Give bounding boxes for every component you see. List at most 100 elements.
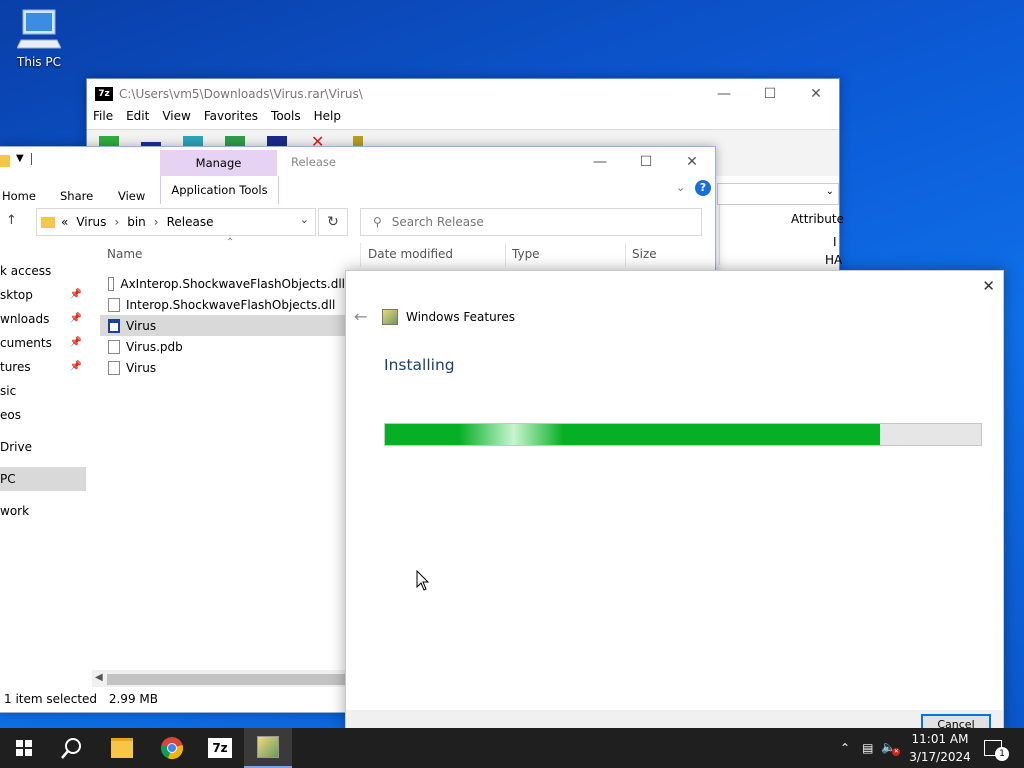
file-row-selected[interactable]: Virus [100, 315, 345, 336]
sidebar-item-pictures[interactable]: tures 📌 [0, 355, 86, 379]
taskbar-chrome[interactable] [148, 728, 196, 768]
computer-icon [16, 9, 62, 49]
folder-icon [111, 738, 133, 758]
menu-help[interactable]: Help [314, 109, 341, 129]
search-icon [61, 738, 81, 759]
dll-file-icon [108, 297, 120, 312]
column-attributes[interactable]: Attribute [791, 212, 844, 226]
windows-features-dialog[interactable]: ✕ ← Windows Features Installing Cancel [345, 270, 1004, 736]
sidebar-item-music[interactable]: sic [0, 379, 86, 403]
close-button[interactable]: ✕ [982, 277, 995, 295]
chevron-up-icon[interactable]: ⌃ [840, 741, 850, 755]
taskbar-file-explorer[interactable] [98, 728, 146, 768]
search-button[interactable] [48, 728, 96, 768]
network-icon[interactable]: ▤ [862, 741, 873, 755]
menu-file[interactable]: File [93, 109, 113, 129]
pin-icon: 📌 [69, 289, 82, 300]
file-name: AxInterop.ShockwaveFlashObjects.dll [120, 276, 345, 291]
sidebar-item-downloads[interactable]: wnloads 📌 [0, 307, 86, 331]
pin-icon: 📌 [69, 337, 82, 348]
sidebar-item-network[interactable]: work [0, 499, 86, 523]
ribbon-tabs: Home Share View [0, 185, 715, 207]
menu-tools[interactable]: Tools [271, 109, 301, 129]
sevenzip-address-dropdown[interactable]: ⌄ [717, 183, 839, 205]
column-name[interactable]: Name [107, 247, 142, 261]
horizontal-scrollbar[interactable]: ◀ [92, 670, 346, 687]
back-arrow-icon[interactable]: ← [354, 307, 367, 326]
file-row[interactable]: AxInterop.ShockwaveFlashObjects.dll [100, 273, 345, 294]
address-bar[interactable]: « Virus › bin › Release ⌄ [36, 208, 316, 236]
sevenzip-path: C:\Users\vm5\Downloads\Virus.rar\Virus\ [119, 87, 363, 101]
tab-view[interactable]: View [118, 189, 145, 203]
chevron-down-icon: ⌄ [825, 186, 834, 197]
clock-date: 3/17/2024 [909, 750, 971, 764]
search-input[interactable]: ⚲ Search Release [360, 208, 702, 236]
application-icon [108, 318, 120, 333]
maximize-button[interactable]: ☐ [623, 147, 669, 177]
search-icon: ⚲ [373, 215, 382, 229]
sidebar-item-quick-access[interactable]: k access [0, 259, 86, 283]
folder-icon [0, 155, 10, 167]
minimize-button[interactable]: — [701, 79, 747, 109]
menu-view[interactable]: View [162, 109, 190, 129]
tab-home[interactable]: Home [2, 189, 36, 203]
file-list-header: Name ⌃ Date modified Type Size [100, 237, 715, 267]
column-date-modified[interactable]: Date modified [368, 247, 453, 261]
close-button[interactable]: ✕ [669, 147, 715, 177]
volume-muted-icon[interactable]: 🔈✕ [881, 740, 901, 756]
navigation-bar: ↑ « Virus › bin › Release ⌄ ↻ ⚲ Search R… [0, 205, 715, 243]
breadcrumb-item-virus[interactable]: Virus [76, 215, 106, 229]
breadcrumb-item-bin[interactable]: bin [127, 215, 146, 229]
sidebar-item-documents[interactable]: cuments 📌 [0, 331, 86, 355]
pin-icon: 📌 [69, 361, 82, 372]
mute-badge-icon: ✕ [892, 748, 901, 756]
sidebar-item-videos[interactable]: eos [0, 403, 86, 427]
dialog-title: Windows Features [382, 309, 515, 325]
windows-features-icon [382, 309, 398, 325]
scrollbar-thumb[interactable] [107, 674, 346, 685]
help-icon[interactable]: ? [695, 180, 711, 196]
file-row[interactable]: Virus [100, 357, 345, 378]
file-name: Virus [126, 318, 157, 333]
file-row[interactable]: Interop.ShockwaveFlashObjects.dll [100, 294, 345, 315]
maximize-button[interactable]: ☐ [747, 79, 793, 109]
dialog-footer: Cancel [346, 710, 1003, 736]
notification-count-badge: 1 [995, 747, 1009, 761]
column-size[interactable]: Size [632, 247, 657, 261]
status-size: 2.99 MB [108, 692, 158, 706]
sidebar-item-onedrive[interactable]: Drive [0, 435, 86, 459]
chevron-down-icon[interactable]: ⌄ [300, 213, 309, 226]
tab-share[interactable]: Share [60, 189, 93, 203]
tab-application-tools[interactable]: Application Tools [160, 176, 279, 204]
installing-heading: Installing [384, 356, 455, 374]
taskbar-7zip[interactable]: 7z [196, 728, 244, 768]
sidebar-item-desktop[interactable]: sktop 📌 [0, 283, 86, 307]
tab-manage[interactable]: Manage [160, 150, 277, 176]
minimize-button[interactable]: — [577, 147, 623, 177]
scroll-left-icon[interactable]: ◀ [95, 672, 103, 683]
menu-edit[interactable]: Edit [126, 109, 149, 129]
sort-up-icon: ⌃ [226, 237, 235, 248]
system-tray: ⌃ ▤ 🔈✕ [840, 728, 901, 768]
folder-icon [41, 216, 55, 228]
close-button[interactable]: ✕ [793, 79, 839, 109]
quick-access-dropdown[interactable]: ▼ [16, 153, 24, 164]
refresh-button[interactable]: ↻ [318, 208, 348, 236]
taskbar: 7z ⌃ ▤ 🔈✕ 11:01 AM 3/17/2024 1 [0, 728, 1024, 768]
breadcrumb-overflow[interactable]: « [61, 215, 68, 229]
breadcrumb-item-release[interactable]: Release [167, 215, 214, 229]
menu-favorites[interactable]: Favorites [204, 109, 258, 129]
column-type[interactable]: Type [512, 247, 540, 261]
file-icon [108, 339, 120, 354]
notification-center-icon[interactable]: 1 [984, 740, 1009, 761]
taskbar-windows-features[interactable] [244, 728, 292, 768]
taskbar-clock[interactable]: 11:01 AM 3/17/2024 [905, 730, 975, 766]
status-bar: 1 item selected 2.99 MB [4, 692, 158, 706]
start-button[interactable] [0, 728, 48, 768]
file-row[interactable]: Virus.pdb [100, 336, 345, 357]
sidebar-item-this-pc[interactable]: PC [0, 467, 86, 491]
clock-time: 11:01 AM [911, 732, 969, 746]
ribbon-expand-chevron-icon[interactable]: ⌄ [676, 181, 685, 194]
desktop-icon-this-pc[interactable]: This PC [10, 8, 68, 69]
up-arrow-icon[interactable]: ↑ [6, 213, 17, 228]
